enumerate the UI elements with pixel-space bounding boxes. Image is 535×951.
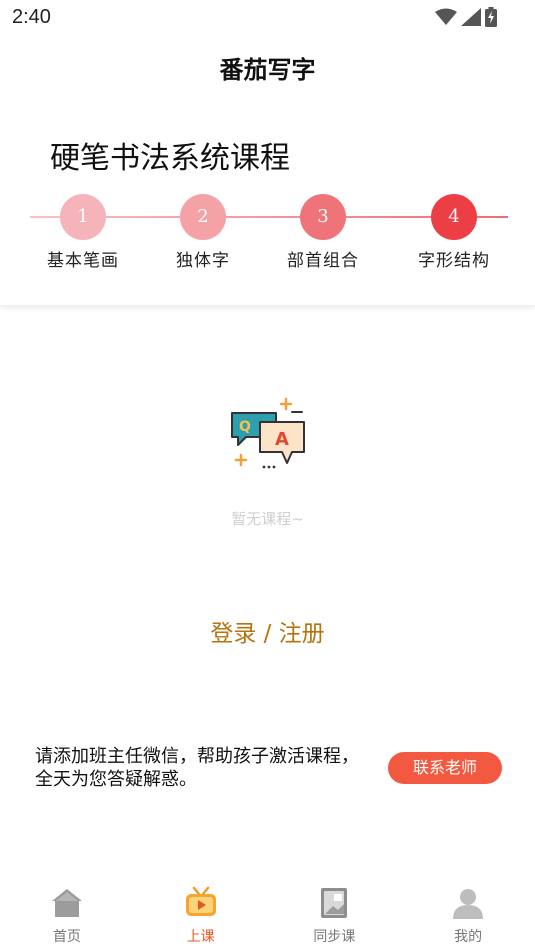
empty-text: 暂无课程~: [231, 510, 304, 528]
login-register-link[interactable]: 登录 / 注册: [0, 614, 535, 648]
bottom-tab-bar: 首页 上课 同步课 我的: [0, 880, 535, 951]
tab-home[interactable]: 首页: [0, 880, 134, 951]
step-circle-1: 1: [60, 194, 106, 240]
tv-icon: [185, 886, 216, 916]
course-progress-card: 硬笔书法系统课程 1 基本笔画 2 独体字 3 部首组合 4 字形结构: [0, 105, 535, 306]
step-character-structure[interactable]: 4 字形结构: [384, 194, 524, 271]
step-basic-strokes[interactable]: 1 基本笔画: [13, 194, 153, 271]
svg-text:Q: Q: [239, 419, 251, 435]
step-circle-4: 4: [431, 194, 477, 240]
tab-sync-course[interactable]: 同步课: [268, 880, 402, 951]
wifi-icon: [435, 8, 457, 25]
tab-mine[interactable]: 我的: [401, 880, 535, 951]
step-circle-3: 3: [300, 194, 346, 240]
contact-teacher-button[interactable]: 联系老师: [388, 752, 502, 784]
home-icon: [51, 889, 82, 917]
step-single-characters[interactable]: 2 独体字: [133, 194, 273, 271]
step-label-3: 部首组合: [287, 251, 359, 271]
tab-mine-label: 我的: [454, 929, 483, 945]
step-label-1: 基本笔画: [47, 251, 119, 271]
step-label-2: 独体字: [176, 251, 230, 271]
svg-text:A: A: [275, 429, 289, 450]
tab-class-label: 上课: [186, 929, 215, 945]
user-icon: [453, 889, 484, 919]
step-circle-2: 2: [180, 194, 226, 240]
signal-icon: [461, 8, 481, 26]
tab-class[interactable]: 上课: [134, 880, 268, 951]
tab-home-label: 首页: [52, 929, 81, 945]
qa-icon: Q A: [231, 397, 305, 469]
app-title: 番茄写字: [219, 56, 316, 84]
course-title: 硬笔书法系统课程: [50, 141, 290, 176]
step-radical-combination[interactable]: 3 部首组合: [253, 194, 393, 271]
book-icon: [321, 888, 348, 918]
wechat-tip: 请添加班主任微信，帮助孩子激活课程，全天为您答疑解惑。: [35, 746, 359, 790]
status-icons: [435, 7, 497, 27]
status-bar: 2:40: [0, 0, 535, 36]
step-label-4: 字形结构: [418, 251, 490, 271]
tab-sync-course-label: 同步课: [313, 929, 356, 945]
battery-icon: [485, 7, 497, 27]
status-time: 2:40: [12, 6, 51, 28]
